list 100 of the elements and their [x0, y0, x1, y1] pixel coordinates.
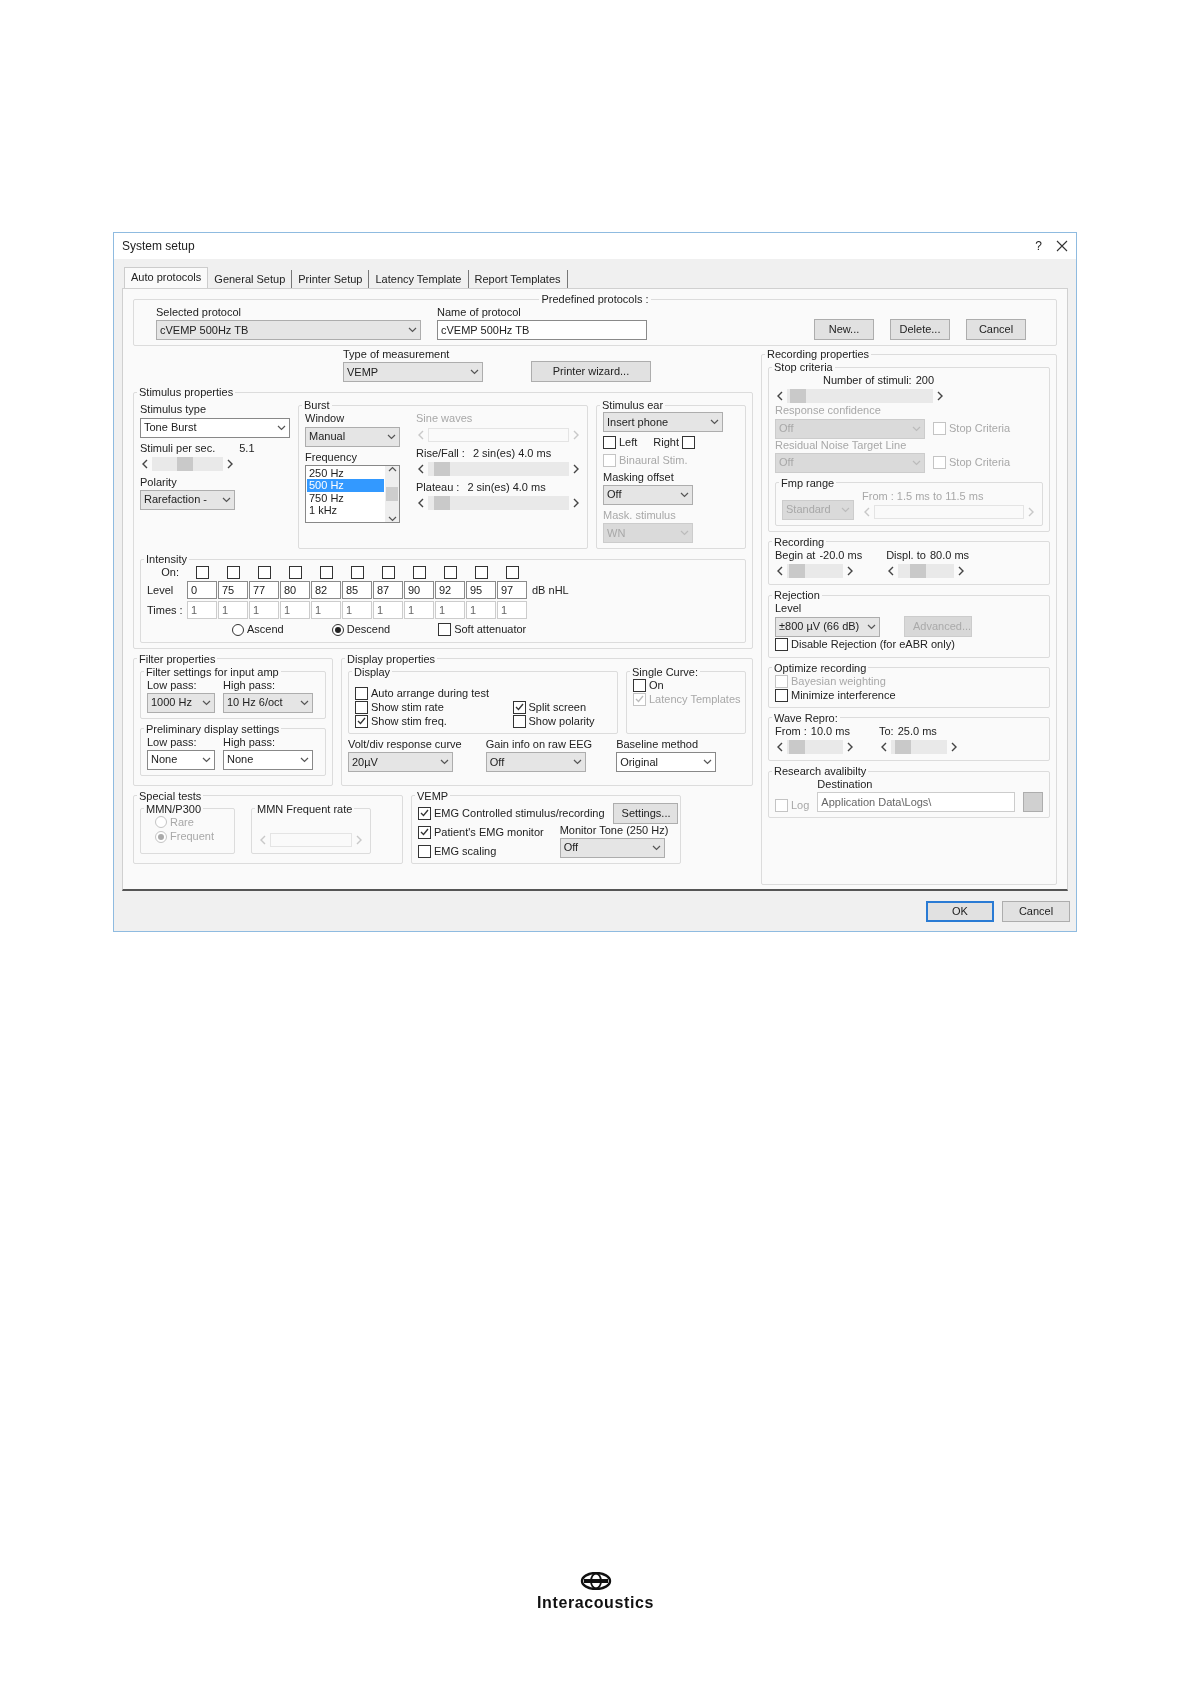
dropdown[interactable]: 10 Hz 6/oct: [223, 692, 313, 713]
push-button[interactable]: New...: [814, 319, 874, 341]
text-field[interactable]: 1: [497, 601, 527, 620]
checkbox[interactable]: [355, 714, 368, 728]
dropdown[interactable]: ±800 µV (66 dB): [775, 616, 880, 637]
checkbox[interactable]: [413, 566, 426, 580]
dropdown[interactable]: None: [147, 749, 215, 770]
dropdown[interactable]: Off: [603, 484, 693, 505]
radio-button[interactable]: [232, 623, 244, 636]
list-item[interactable]: 750 Hz: [307, 491, 384, 505]
checkbox-option[interactable]: Show stim rate: [355, 700, 513, 714]
checkbox[interactable]: [603, 436, 616, 450]
dropdown[interactable]: 20µV: [348, 752, 453, 773]
slider-thumb[interactable]: [789, 564, 805, 579]
chevron-up-icon[interactable]: [387, 465, 397, 472]
dropdown[interactable]: None: [223, 749, 313, 770]
text-field[interactable]: 82: [311, 581, 341, 600]
checkbox[interactable]: [258, 566, 271, 580]
text-field[interactable]: 95: [466, 581, 496, 600]
slider-track[interactable]: [787, 740, 843, 755]
slider-thumb[interactable]: [910, 564, 927, 579]
checkbox[interactable]: [682, 436, 696, 450]
slider-thumb[interactable]: [789, 389, 806, 404]
dropdown[interactable]: Off: [559, 838, 665, 859]
checkbox[interactable]: [289, 566, 302, 580]
checkbox[interactable]: [512, 700, 526, 714]
checkbox[interactable]: [382, 566, 395, 580]
text-field[interactable]: 1: [249, 601, 279, 620]
checkbox[interactable]: [475, 566, 488, 580]
dropdown[interactable]: 1000 Hz: [147, 692, 215, 713]
dropdown[interactable]: Manual: [305, 426, 400, 447]
slider-track[interactable]: [428, 495, 569, 510]
text-field[interactable]: 1: [342, 601, 372, 620]
checkbox-option[interactable]: Soft attenuator: [438, 623, 527, 637]
checkbox[interactable]: [418, 825, 431, 839]
checkbox[interactable]: [444, 566, 457, 580]
push-button[interactable]: Cancel: [966, 319, 1026, 341]
dropdown[interactable]: Tone Burst: [140, 417, 290, 438]
checkbox[interactable]: [351, 566, 364, 580]
close-icon[interactable]: [1056, 240, 1068, 252]
chevron-down-icon[interactable]: [387, 515, 397, 522]
checkbox[interactable]: [355, 700, 368, 714]
dropdown[interactable]: cVEMP 500Hz TB: [156, 320, 421, 341]
checkbox-option[interactable]: Auto arrange during test: [355, 686, 513, 700]
slider-track[interactable]: [787, 564, 843, 579]
text-field[interactable]: 97: [497, 581, 527, 600]
slider-track[interactable]: [152, 456, 223, 471]
checkbox-option[interactable]: Show stim freq.: [355, 714, 513, 729]
slider-thumb[interactable]: [176, 456, 193, 471]
list-item[interactable]: 250 Hz: [307, 466, 384, 480]
checkbox[interactable]: [775, 638, 788, 652]
radio-option[interactable]: Descend: [331, 623, 391, 637]
checkbox[interactable]: [418, 844, 431, 858]
text-field[interactable]: 1: [373, 601, 403, 620]
checkbox[interactable]: [506, 566, 519, 580]
slider-thumb[interactable]: [434, 461, 451, 476]
checkbox[interactable]: [227, 566, 240, 580]
slider-track[interactable]: [891, 740, 947, 755]
vertical-scrollbar[interactable]: [385, 465, 399, 522]
text-field[interactable]: 0: [187, 581, 217, 600]
checkbox[interactable]: [512, 714, 526, 728]
slider-track[interactable]: [898, 564, 955, 579]
text-field[interactable]: 80: [280, 581, 310, 600]
slider-track[interactable]: [787, 389, 933, 404]
dropdown[interactable]: Insert phone: [603, 412, 723, 433]
checkbox[interactable]: [355, 686, 368, 700]
tab[interactable]: Auto protocols: [124, 267, 209, 288]
text-field[interactable]: 90: [404, 581, 434, 600]
text-field[interactable]: 92: [435, 581, 465, 600]
list-item[interactable]: 1 kHz: [307, 504, 384, 517]
radio-button[interactable]: [331, 623, 344, 636]
text-field[interactable]: 1: [280, 601, 310, 620]
dropdown[interactable]: Rarefaction -: [140, 489, 235, 510]
push-button[interactable]: Delete...: [890, 319, 950, 341]
text-field[interactable]: 87: [373, 581, 403, 600]
text-field[interactable]: 1: [311, 601, 341, 620]
slider-thumb[interactable]: [789, 740, 805, 755]
checkbox[interactable]: [775, 688, 788, 702]
text-field[interactable]: 1: [435, 601, 465, 620]
checkbox-option[interactable]: Right: [653, 436, 696, 450]
checkbox-option[interactable]: Show polarity: [512, 714, 611, 729]
help-button[interactable]: ?: [1035, 238, 1042, 254]
checkbox-option[interactable]: Split screen: [512, 700, 611, 714]
text-field[interactable]: 85: [342, 581, 372, 600]
checkbox-option[interactable]: Disable Rejection (for eABR only): [775, 638, 1043, 652]
text-field[interactable]: Application Data\Logs\: [817, 792, 1015, 813]
checkbox-option[interactable]: EMG Controlled stimulus/recording: [418, 806, 605, 820]
text-field[interactable]: 1: [187, 601, 217, 620]
checkbox[interactable]: [320, 566, 333, 580]
push-button[interactable]: Cancel: [1002, 900, 1070, 922]
text-field[interactable]: 1: [466, 601, 496, 620]
dropdown[interactable]: Original: [616, 752, 717, 773]
slider-track[interactable]: [428, 461, 569, 476]
text-field[interactable]: cVEMP 500Hz TB: [437, 320, 647, 341]
text-field[interactable]: 77: [249, 581, 279, 600]
slider-thumb[interactable]: [434, 495, 451, 510]
push-button[interactable]: Printer wizard...: [531, 361, 651, 383]
text-field[interactable]: 1: [218, 601, 248, 620]
slider-thumb[interactable]: [895, 740, 911, 755]
checkbox[interactable]: [438, 623, 452, 637]
